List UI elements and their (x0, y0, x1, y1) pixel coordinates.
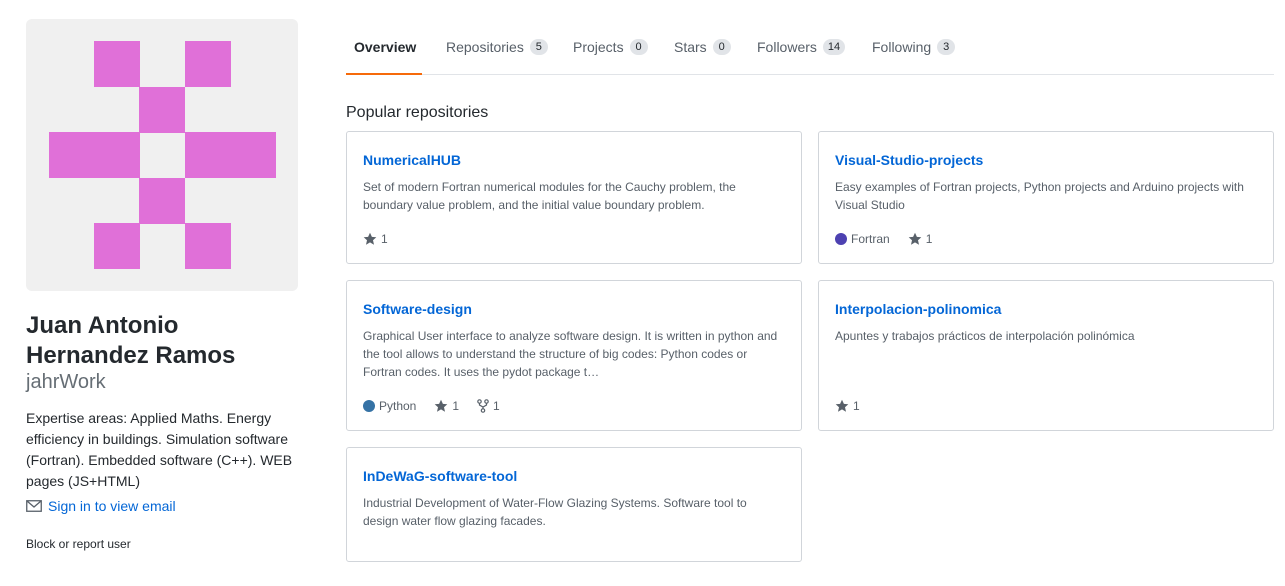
repo-stars[interactable]: 1 (363, 231, 388, 247)
repo-card: Interpolacion-polinomica Apuntes y traba… (818, 280, 1274, 431)
tab-label: Overview (354, 39, 417, 55)
repo-stars[interactable]: 1 (835, 398, 860, 414)
star-icon (835, 399, 849, 413)
tab-label: Stars (674, 39, 707, 55)
repo-card: NumericalHUB Set of modern Fortran numer… (346, 131, 802, 264)
sign-in-email-link[interactable]: Sign in to view email (26, 496, 176, 516)
repo-meta: Python 1 1 (363, 398, 518, 414)
tab-label: Repositories (446, 39, 524, 55)
avatar-pixel (185, 223, 231, 269)
tab-projects[interactable]: Projects 0 (573, 37, 648, 57)
language-label: Fortran (851, 232, 890, 246)
repo-meta: 1 (363, 231, 406, 247)
repo-card: Software-design Graphical User interface… (346, 280, 802, 431)
tab-followers[interactable]: Followers 14 (757, 37, 846, 57)
profile-tabs: Overview Repositories 5 Projects 0 Stars… (346, 20, 1274, 75)
tab-following[interactable]: Following 3 (872, 37, 956, 57)
repo-card: Visual-Studio-projects Easy examples of … (818, 131, 1274, 264)
popular-repositories-title: Popular repositories (346, 104, 489, 121)
language-color-dot (835, 233, 847, 245)
repo-description: Industrial Development of Water-Flow Gla… (363, 496, 747, 528)
language-color-dot (363, 400, 375, 412)
repo-stars[interactable]: 1 (908, 231, 933, 247)
avatar-pixel (185, 132, 276, 178)
repo-name-link[interactable]: NumericalHUB (363, 150, 461, 170)
repo-description: Easy examples of Fortran projects, Pytho… (835, 180, 1244, 212)
mail-icon (26, 500, 42, 512)
avatar (26, 19, 298, 291)
star-icon (363, 232, 377, 246)
avatar-pixel (94, 41, 140, 87)
star-count: 1 (381, 232, 388, 246)
repo-card: InDeWaG-software-tool Industrial Develop… (346, 447, 802, 562)
tab-count: 0 (629, 39, 648, 55)
star-count: 1 (853, 399, 860, 413)
tab-label: Projects (573, 39, 624, 55)
repo-name-link[interactable]: Software-design (363, 299, 472, 319)
repo-meta: Fortran 1 (835, 231, 950, 247)
repo-name-link[interactable]: Visual-Studio-projects (835, 150, 983, 170)
avatar-pixel (139, 178, 185, 224)
star-icon (908, 232, 922, 246)
avatar-pixel (139, 87, 185, 133)
avatar-pixel (185, 41, 231, 87)
avatar-pixel (94, 223, 140, 269)
fork-count: 1 (493, 399, 500, 413)
star-count: 1 (925, 232, 933, 246)
star-count: 1 (452, 399, 460, 413)
tab-count: 3 (937, 39, 956, 55)
repo-forks[interactable]: 1 (477, 398, 500, 414)
tab-label: Following (872, 39, 932, 55)
repo-language: Python (363, 398, 416, 414)
repo-language: Fortran (835, 231, 890, 247)
avatar-pixel (49, 132, 140, 178)
tab-count: 5 (529, 39, 548, 55)
tab-overview[interactable]: Overview (354, 37, 416, 57)
tab-count: 0 (712, 39, 731, 55)
repo-stars[interactable]: 1 (434, 398, 459, 414)
tab-stars[interactable]: Stars 0 (674, 37, 731, 57)
active-tab-underline (346, 73, 422, 75)
repo-meta: 1 (835, 398, 878, 414)
profile-username: jahrWork (26, 371, 106, 393)
profile-full-name: Juan Antonio Hernandez Ramos (26, 312, 236, 369)
star-icon (434, 399, 448, 413)
repo-description: Set of modern Fortran numerical modules … (363, 180, 736, 212)
fork-icon (477, 399, 489, 413)
sign-in-email-label: Sign in to view email (48, 498, 176, 514)
language-label: Python (379, 399, 417, 413)
repo-name-link[interactable]: Interpolacion-polinomica (835, 299, 1001, 319)
repo-name-link[interactable]: InDeWaG-software-tool (363, 466, 517, 486)
tab-label: Followers (757, 39, 817, 55)
repo-description: Graphical User interface to analyze soft… (363, 329, 778, 379)
profile-bio: Expertise areas: Applied Maths. Energy e… (26, 410, 293, 489)
tab-count: 14 (822, 39, 846, 55)
tab-repositories[interactable]: Repositories 5 (446, 37, 548, 57)
repo-description: Apuntes y trabajos prácticos de interpol… (835, 329, 1135, 343)
block-report-user-link[interactable]: Block or report user (26, 535, 131, 553)
